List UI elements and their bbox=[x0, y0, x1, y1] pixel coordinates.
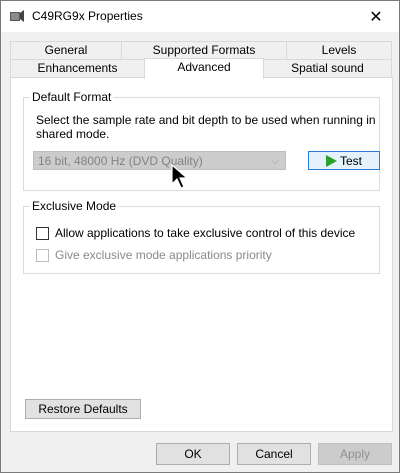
chevron-down-icon: ⌵ bbox=[271, 156, 279, 167]
advanced-panel: Default Format Select the sample rate an… bbox=[10, 77, 393, 432]
tab-enhancements[interactable]: Enhancements bbox=[10, 59, 145, 77]
apply-button[interactable]: Apply bbox=[318, 443, 392, 465]
priority-label: Give exclusive mode applications priorit… bbox=[55, 248, 272, 262]
speaker-icon bbox=[10, 10, 24, 22]
properties-window: C49RG9x Properties ✕ General Supported F… bbox=[0, 0, 400, 473]
default-format-title: Default Format bbox=[30, 90, 114, 104]
tab-levels[interactable]: Levels bbox=[286, 41, 392, 59]
exclusive-mode-group: Exclusive Mode Allow applications to tak… bbox=[23, 199, 380, 274]
restore-defaults-button[interactable]: Restore Defaults bbox=[25, 399, 141, 419]
priority-row[interactable]: Give exclusive mode applications priorit… bbox=[36, 248, 272, 262]
default-format-group: Default Format Select the sample rate an… bbox=[23, 90, 380, 191]
tab-supported-formats[interactable]: Supported Formats bbox=[121, 41, 287, 59]
tab-general[interactable]: General bbox=[10, 41, 122, 59]
allow-exclusive-row[interactable]: Allow applications to take exclusive con… bbox=[36, 226, 355, 240]
title-bar: C49RG9x Properties ✕ bbox=[1, 1, 399, 32]
tab-spatial-sound[interactable]: Spatial sound bbox=[263, 59, 392, 77]
tab-row-top: General Supported Formats Levels bbox=[10, 41, 392, 59]
tab-advanced[interactable]: Advanced bbox=[144, 58, 264, 79]
close-button[interactable]: ✕ bbox=[353, 1, 399, 32]
window-title: C49RG9x Properties bbox=[32, 9, 143, 23]
default-format-description: Select the sample rate and bit depth to … bbox=[36, 113, 376, 141]
test-button[interactable]: Test bbox=[308, 151, 380, 170]
priority-checkbox[interactable] bbox=[36, 248, 49, 262]
sample-rate-select[interactable]: 16 bit, 48000 Hz (DVD Quality) ⌵ bbox=[33, 151, 286, 170]
exclusive-mode-title: Exclusive Mode bbox=[30, 199, 119, 213]
play-icon bbox=[325, 154, 337, 167]
mouse-cursor-icon bbox=[171, 164, 189, 189]
ok-button[interactable]: OK bbox=[156, 443, 230, 465]
test-label: Test bbox=[339, 153, 362, 168]
allow-exclusive-checkbox[interactable] bbox=[36, 226, 49, 240]
tab-row-bottom: Enhancements Advanced Spatial sound bbox=[10, 58, 392, 79]
cancel-button[interactable]: Cancel bbox=[237, 443, 311, 465]
allow-exclusive-label: Allow applications to take exclusive con… bbox=[55, 226, 356, 240]
close-icon: ✕ bbox=[369, 8, 383, 26]
